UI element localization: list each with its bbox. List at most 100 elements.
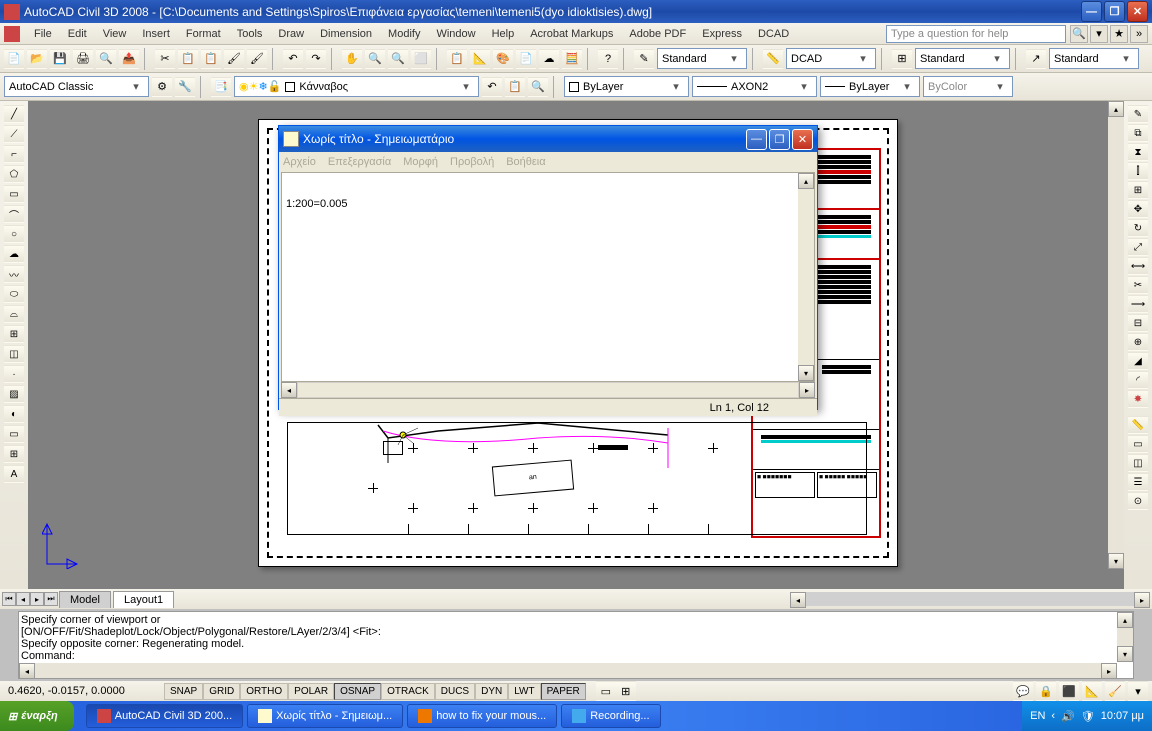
point-icon[interactable]: · [4, 365, 24, 383]
canvas-hscroll[interactable]: ◂ ▸ [790, 592, 1150, 606]
taskbar-item-autocad[interactable]: AutoCAD Civil 3D 200... [86, 704, 243, 728]
region-mod-icon[interactable]: ◫ [1128, 454, 1148, 472]
status-model-icon[interactable]: ▭ [596, 681, 616, 701]
rect-icon[interactable]: ▭ [4, 185, 24, 203]
status-polar[interactable]: POLAR [288, 683, 334, 700]
status-otrack[interactable]: OTRACK [381, 683, 435, 700]
plotstyle-combo[interactable]: ByColor▾ [923, 76, 1013, 97]
taskbar-item-recording[interactable]: Recording... [561, 704, 660, 728]
layer-iso-icon[interactable]: 🔍 [528, 77, 548, 97]
ellipse-arc-icon[interactable]: ⌓ [4, 305, 24, 323]
notepad-menu-file[interactable]: Αρχείο [283, 156, 316, 168]
paste-icon[interactable]: 📋 [201, 49, 221, 69]
redo-icon[interactable]: ↷ [306, 49, 326, 69]
layer-combo[interactable]: ◉☀❄🔓 Κάνναβος▾ [234, 76, 479, 97]
props-icon[interactable]: 📋 [447, 49, 467, 69]
start-button[interactable]: ⊞έναρξη [0, 701, 74, 731]
status-osnap[interactable]: OSNAP [334, 683, 381, 700]
dist-icon[interactable]: 📏 [1128, 416, 1148, 434]
canvas-vscroll[interactable]: ▴ ▾ [1108, 101, 1124, 569]
save-icon[interactable]: 💾 [50, 49, 70, 69]
table-draw-icon[interactable]: ⊞ [4, 445, 24, 463]
status-maxvp-icon[interactable]: ⊞ [616, 681, 636, 701]
menu-adobepdf[interactable]: Adobe PDF [621, 26, 694, 42]
menu-dcad[interactable]: DCAD [750, 26, 797, 42]
workspace-combo[interactable]: AutoCAD Classic▾ [4, 76, 149, 97]
viewport[interactable]: an [287, 422, 867, 535]
pan-icon[interactable]: ✋ [342, 49, 362, 69]
status-lock-icon[interactable]: 🔒 [1036, 681, 1056, 701]
notepad-hscroll[interactable]: ◂ ▸ [281, 382, 815, 398]
layer-props-icon[interactable]: 📑 [211, 77, 231, 97]
revcloud-icon[interactable]: ☁ [4, 245, 24, 263]
tab-prev-icon[interactable]: ◂ [16, 592, 30, 606]
polyline-icon[interactable]: ⌐ [4, 145, 24, 163]
command-vscroll[interactable]: ▴ ▾ [1117, 612, 1133, 662]
star-icon[interactable]: ★ [1110, 25, 1128, 43]
table-icon[interactable]: ⊞ [892, 49, 912, 69]
linetype-combo[interactable]: AXON2▾ [692, 76, 817, 97]
open-icon[interactable]: 📂 [27, 49, 47, 69]
lineweight-combo[interactable]: ByLayer▾ [820, 76, 920, 97]
tray-expand-icon[interactable]: ‹ [1051, 710, 1055, 722]
notepad-textarea[interactable]: 1:200=0.005 ▴ ▾ [281, 172, 815, 382]
status-grid[interactable]: GRID [203, 683, 240, 700]
arrow-down-icon[interactable]: ▾ [1090, 25, 1108, 43]
tool-palette-icon[interactable]: 🎨 [493, 49, 513, 69]
status-tool2-icon[interactable]: 📐 [1082, 681, 1102, 701]
dim-icon[interactable]: 📏 [763, 49, 783, 69]
markup-icon[interactable]: ☁ [539, 49, 559, 69]
status-snap[interactable]: SNAP [164, 683, 203, 700]
dc-icon[interactable]: 📐 [470, 49, 490, 69]
menu-acrobat[interactable]: Acrobat Markups [522, 26, 621, 42]
status-lwt[interactable]: LWT [508, 683, 540, 700]
layer-prev-icon[interactable]: ↶ [482, 77, 502, 97]
notepad-menu-edit[interactable]: Επεξεργασία [328, 156, 391, 168]
help-icon[interactable]: ? [598, 49, 618, 69]
menu-modify[interactable]: Modify [380, 26, 428, 42]
status-ortho[interactable]: ORTHO [240, 683, 288, 700]
plot-icon[interactable]: 🖨 [73, 49, 93, 69]
taskbar-item-notepad[interactable]: Χωρίς τίτλο - Σημειωμ... [247, 704, 403, 728]
menu-tools[interactable]: Tools [229, 26, 271, 42]
match-icon[interactable]: 🖌 [224, 49, 244, 69]
scale-icon[interactable]: ⤢ [1128, 238, 1148, 256]
close-button[interactable]: ✕ [1127, 1, 1148, 22]
fillet-icon[interactable]: ◜ [1128, 371, 1148, 389]
tab-last-icon[interactable]: ⏭ [44, 592, 58, 606]
command-window[interactable]: Specify corner of viewport or [ON/OFF/Fi… [18, 611, 1134, 679]
tab-layout1[interactable]: Layout1 [113, 591, 174, 608]
publish-icon[interactable]: 📤 [119, 49, 139, 69]
status-comm-icon[interactable]: 💬 [1013, 681, 1033, 701]
notepad-titlebar[interactable]: Χωρίς τίτλο - Σημειωματάριο — ❐ ✕ [279, 126, 817, 152]
mleader-icon[interactable]: ↗ [1026, 49, 1046, 69]
color-combo[interactable]: ByLayer▾ [564, 76, 689, 97]
command-hscroll[interactable]: ◂ ▸ [19, 663, 1117, 678]
circle-icon[interactable]: ○ [4, 225, 24, 243]
insert-icon[interactable]: ⊞ [4, 325, 24, 343]
status-dyn[interactable]: DYN [475, 683, 508, 700]
menu-view[interactable]: View [95, 26, 135, 42]
status-clean-icon[interactable]: 🧹 [1105, 681, 1125, 701]
tray-volume-icon[interactable]: 🔊 [1061, 710, 1075, 723]
break-icon[interactable]: ⊟ [1128, 314, 1148, 332]
paint-icon[interactable]: 🖌 [247, 49, 267, 69]
tablestyle-combo[interactable]: Standard▾ [915, 48, 1010, 69]
new-icon[interactable]: 📄 [4, 49, 24, 69]
line-icon[interactable]: ╱ [4, 105, 24, 123]
status-tool1-icon[interactable]: ⬛ [1059, 681, 1079, 701]
minimize-button[interactable]: — [1081, 1, 1102, 22]
array-icon[interactable]: ⊞ [1128, 181, 1148, 199]
id-icon[interactable]: ⊙ [1128, 492, 1148, 510]
tab-next-icon[interactable]: ▸ [30, 592, 44, 606]
notepad-menu-view[interactable]: Προβολή [450, 156, 494, 168]
status-ducs[interactable]: DUCS [435, 683, 475, 700]
tray-shield-icon[interactable]: 🛡 [1081, 710, 1095, 723]
notepad-menu-format[interactable]: Μορφή [403, 156, 438, 168]
mirror-icon[interactable]: ⧗ [1128, 143, 1148, 161]
explode-icon[interactable]: ✸ [1128, 390, 1148, 408]
style-icon[interactable]: ✎ [634, 49, 654, 69]
block-icon[interactable]: ◫ [4, 345, 24, 363]
menu-format[interactable]: Format [178, 26, 229, 42]
textstyle-combo[interactable]: Standard▾ [657, 48, 747, 69]
